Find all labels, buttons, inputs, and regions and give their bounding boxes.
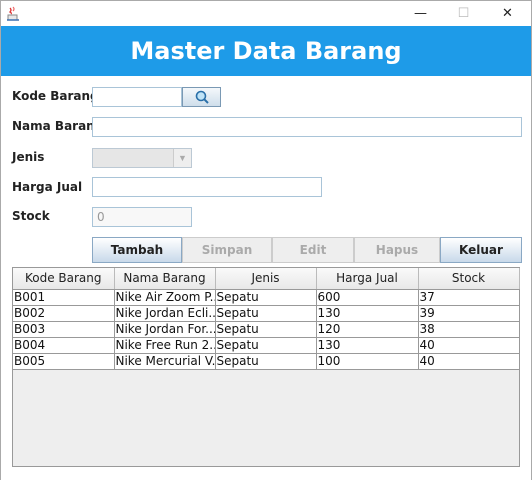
table-cell: B005 xyxy=(13,353,115,370)
edit-button[interactable]: Edit xyxy=(272,237,354,263)
table-cell: Sepatu xyxy=(215,321,317,338)
table-row[interactable]: B002 Nike Jordan Ecli... Sepatu 130 39 xyxy=(13,305,520,322)
table-cell: 39 xyxy=(418,305,520,322)
simpan-button[interactable]: Simpan xyxy=(182,237,272,263)
table-cell: 600 xyxy=(316,289,419,306)
table-cell: B004 xyxy=(13,337,115,354)
table-cell: 40 xyxy=(418,337,520,354)
table-cell: Sepatu xyxy=(215,353,317,370)
column-header[interactable]: Kode Barang xyxy=(13,268,115,290)
table-cell: 38 xyxy=(418,321,520,338)
form-panel: Kode Barang Nama Barang Jenis ▼ Harga Ju… xyxy=(1,76,531,480)
maximize-button[interactable]: ☐ xyxy=(441,1,486,26)
kode-barang-input[interactable] xyxy=(92,87,182,107)
chevron-down-icon: ▼ xyxy=(173,149,191,167)
table-cell: 40 xyxy=(418,353,520,370)
stock-input[interactable]: 0 xyxy=(92,207,192,227)
harga-jual-input[interactable] xyxy=(92,177,322,197)
table-cell: Sepatu xyxy=(215,289,317,306)
magnifier-icon xyxy=(195,90,209,104)
table-cell: Nike Jordan For... xyxy=(114,321,216,338)
table-cell: 120 xyxy=(316,321,419,338)
table-cell: Nike Free Run 2... xyxy=(114,337,216,354)
data-table[interactable]: Kode Barang Nama Barang Jenis Harga Jual… xyxy=(12,267,520,467)
table-cell: B003 xyxy=(13,321,115,338)
table-cell: 130 xyxy=(316,305,419,322)
table-cell: Nike Air Zoom P... xyxy=(114,289,216,306)
column-header[interactable]: Nama Barang xyxy=(114,268,216,290)
jenis-label: Jenis xyxy=(12,150,45,164)
lookup-button[interactable] xyxy=(182,87,221,107)
table-cell: 130 xyxy=(316,337,419,354)
nama-barang-input[interactable] xyxy=(92,117,522,137)
column-header[interactable]: Harga Jual xyxy=(316,268,419,290)
harga-jual-label: Harga Jual xyxy=(12,180,83,194)
tambah-button[interactable]: Tambah xyxy=(92,237,182,263)
table-cell: 100 xyxy=(316,353,419,370)
minimize-button[interactable]: — xyxy=(398,1,443,26)
stock-label: Stock xyxy=(12,209,50,223)
keluar-button[interactable]: Keluar xyxy=(440,237,522,263)
table-header-row: Kode Barang Nama Barang Jenis Harga Jual… xyxy=(13,268,520,290)
table-cell: Sepatu xyxy=(215,337,317,354)
page-title: Master Data Barang xyxy=(130,37,402,65)
column-header[interactable]: Stock xyxy=(418,268,520,290)
table-cell: Nike Mercurial V... xyxy=(114,353,216,370)
kode-barang-label: Kode Barang xyxy=(12,89,99,103)
jenis-combobox[interactable]: ▼ xyxy=(92,148,192,168)
title-bar: — ☐ ✕ xyxy=(1,1,531,26)
table-cell: Nike Jordan Ecli... xyxy=(114,305,216,322)
nama-barang-label: Nama Barang xyxy=(12,119,104,133)
table-row[interactable]: B005 Nike Mercurial V... Sepatu 100 40 xyxy=(13,353,520,370)
table-cell: B001 xyxy=(13,289,115,306)
table-row[interactable]: B003 Nike Jordan For... Sepatu 120 38 xyxy=(13,321,520,338)
table-cell: Sepatu xyxy=(215,305,317,322)
table-cell: 37 xyxy=(418,289,520,306)
column-header[interactable]: Jenis xyxy=(215,268,317,290)
header-banner: Master Data Barang xyxy=(1,26,531,76)
table-row[interactable]: B001 Nike Air Zoom P... Sepatu 600 37 xyxy=(13,289,520,306)
table-cell: B002 xyxy=(13,305,115,322)
java-app-icon xyxy=(7,6,19,21)
hapus-button[interactable]: Hapus xyxy=(354,237,440,263)
close-button[interactable]: ✕ xyxy=(485,1,530,26)
main-window: — ☐ ✕ Master Data Barang Kode Barang Nam… xyxy=(0,0,532,480)
table-row[interactable]: B004 Nike Free Run 2... Sepatu 130 40 xyxy=(13,337,520,354)
